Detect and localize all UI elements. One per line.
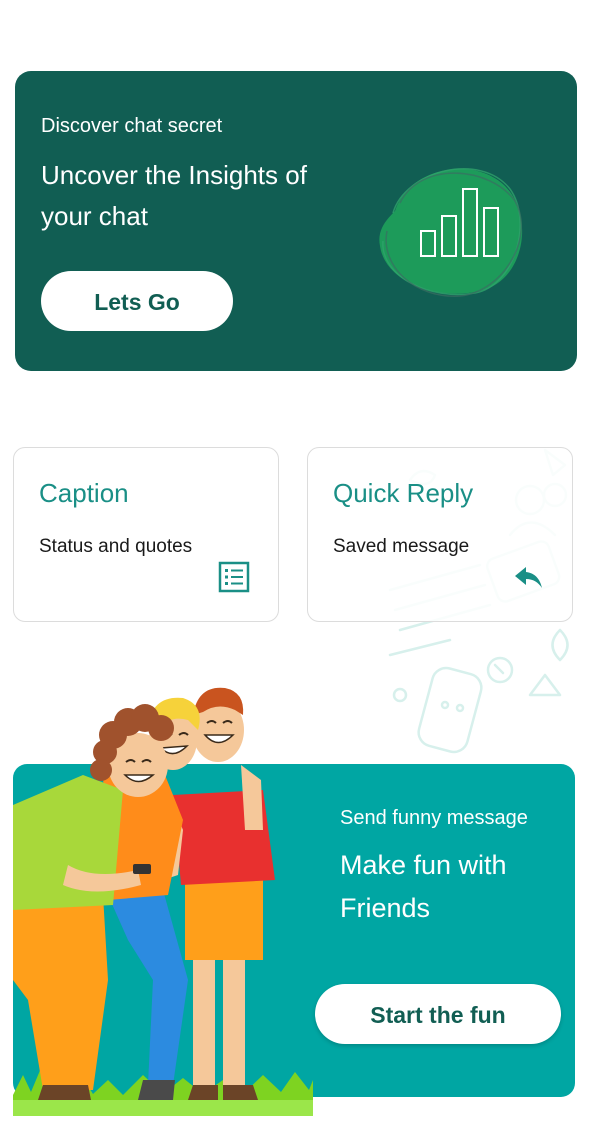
insights-title: Uncover the Insights of your chat xyxy=(41,160,307,231)
quick-reply-subtitle: Saved message xyxy=(333,536,470,557)
lets-go-button[interactable]: Lets Go xyxy=(41,271,233,331)
quick-reply-title: Quick Reply xyxy=(333,478,474,508)
start-the-fun-button[interactable]: Start the fun xyxy=(315,984,561,1044)
caption-card[interactable]: Caption Status and quotes xyxy=(13,447,279,622)
insights-card: Discover chat secret Uncover the Insight… xyxy=(15,71,577,371)
caption-title: Caption xyxy=(39,478,129,508)
list-icon xyxy=(218,561,250,593)
bar-chart-icon xyxy=(379,168,523,297)
friends-illustration xyxy=(13,687,313,1116)
insights-subtitle: Discover chat secret xyxy=(41,115,223,137)
fun-subtitle: Send funny message xyxy=(340,807,528,829)
caption-subtitle: Status and quotes xyxy=(39,536,193,557)
reply-icon xyxy=(515,567,542,588)
quick-reply-card[interactable]: Quick Reply Saved message xyxy=(307,447,573,622)
fun-title: Make fun with Friends xyxy=(340,850,507,923)
